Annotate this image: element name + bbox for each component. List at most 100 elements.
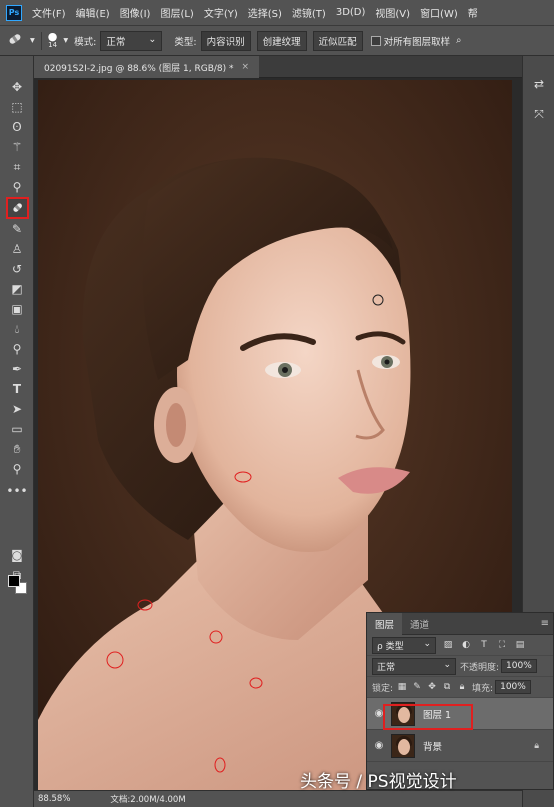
sample-all-layers-checkbox[interactable] (370, 35, 381, 46)
history-panel-icon[interactable]: ⇄ (531, 76, 547, 92)
menu-help[interactable]: 帮 (468, 5, 478, 20)
layers-panel: 图层 通道 ≡ ρ 类型 ⌄ ▨ ◐ T ⛶ ▤ 正常 ⌄ 不透明度: 100%… (366, 612, 554, 790)
type-label: 类型: (174, 36, 197, 48)
lock-image-icon[interactable]: ✎ (411, 681, 423, 693)
smart-object-filter-icon[interactable]: ▤ (514, 639, 526, 651)
menu-file[interactable]: 文件(F) (32, 5, 66, 20)
menu-select[interactable]: 选择(S) (248, 5, 282, 20)
document-tab-title: 02091S2I-2.jpg @ 88.6% (图层 1, RGB/8) * (44, 63, 234, 74)
chevron-down-icon: ⌄ (443, 659, 451, 670)
mode-select[interactable]: 正常 ⌄ (100, 30, 163, 51)
tab-layers[interactable]: 图层 (367, 612, 403, 635)
type-create-texture-button[interactable]: 创建纹理 (256, 30, 307, 51)
brush-preset-picker[interactable]: ● 14 (47, 29, 58, 50)
magic-wand-tool-icon[interactable]: ⚚ (7, 138, 27, 156)
paths-panel-icon[interactable]: ⤧ (531, 106, 547, 122)
watermark-text: 头条号 / PS视觉设计 (300, 772, 457, 792)
history-brush-tool-icon[interactable]: ↺ (7, 260, 27, 278)
lock-transparent-icon[interactable]: ▦ (396, 681, 408, 693)
chevron-down-icon[interactable]: ▾ (63, 35, 68, 46)
menu-layer[interactable]: 图层(L) (160, 5, 193, 20)
lock-row: 锁定: ▦ ✎ ✥ ⧉ 🔒︎ 填充: 100% (367, 677, 553, 698)
tab-channels[interactable]: 通道 (402, 613, 437, 635)
document-size: 文档:2.00M/4.00M (110, 795, 186, 805)
move-tool-icon[interactable]: ✥ (7, 78, 27, 96)
menu-image[interactable]: 图像(I) (120, 5, 151, 20)
chevron-down-icon[interactable]: ▾ (30, 35, 35, 46)
status-bar: 88.58% 文档:2.00M/4.00M (34, 790, 522, 807)
zoom-tool-icon[interactable]: ⚲ (7, 460, 27, 478)
blend-row: 正常 ⌄ 不透明度: 100% (367, 656, 553, 677)
menu-3d[interactable]: 3D(D) (336, 7, 366, 18)
eyedropper-tool-icon[interactable]: ⚲ (7, 178, 27, 196)
filter-kind-value: ρ 类型 (377, 641, 404, 652)
panel-menu-icon[interactable]: ≡ (541, 618, 549, 629)
type-filter-icon[interactable]: T (478, 639, 490, 651)
chevron-down-icon: ⌄ (148, 33, 157, 45)
document-tab-bar: 02091S2I-2.jpg @ 88.6% (图层 1, RGB/8) * × (34, 56, 522, 78)
filter-row: ρ 类型 ⌄ ▨ ◐ T ⛶ ▤ (367, 635, 553, 656)
more-tools-icon[interactable]: ••• (6, 482, 27, 500)
spot-healing-brush-icon[interactable] (6, 31, 24, 50)
opacity-input[interactable]: 100% (501, 659, 537, 673)
menu-window[interactable]: 窗口(W) (420, 5, 458, 20)
menu-filter[interactable]: 滤镜(T) (292, 5, 326, 20)
spot-healing-brush-tool-icon[interactable] (6, 197, 29, 219)
close-icon[interactable]: × (242, 62, 250, 72)
blur-tool-icon[interactable]: 💧︎ (7, 320, 27, 338)
dodge-tool-icon[interactable]: ⚲ (7, 340, 27, 358)
brush-tip-icon: ● (47, 29, 58, 43)
blend-mode-value: 正常 (377, 662, 396, 673)
rectangle-tool-icon[interactable]: ▭ (7, 420, 27, 438)
path-selection-tool-icon[interactable]: ➤ (7, 400, 27, 418)
lock-all-icon[interactable]: 🔒︎ (456, 681, 468, 693)
chevron-down-icon: ⌄ (423, 638, 431, 649)
brush-tool-icon[interactable]: ✎ (7, 220, 27, 238)
lasso-tool-icon[interactable]: ʘ (7, 118, 27, 136)
marquee-tool-icon[interactable]: ⬚ (7, 98, 27, 116)
sample-all-layers-label: 对所有图层取样 (383, 36, 451, 48)
layer-thumbnail (391, 733, 415, 758)
menu-bar: Ps 文件(F) 编辑(E) 图像(I) 图层(L) 文字(Y) 选择(S) 滤… (0, 0, 554, 26)
eraser-tool-icon[interactable]: ◩ (7, 280, 27, 298)
zoom-level[interactable]: 88.58% (38, 794, 70, 804)
quick-mask-icon[interactable]: ◙ (7, 546, 27, 564)
menu-type[interactable]: 文字(Y) (204, 5, 238, 20)
blend-mode-select[interactable]: 正常 ⌄ (372, 657, 456, 675)
menu-view[interactable]: 视图(V) (375, 5, 410, 20)
fill-label: 填充: (472, 683, 494, 694)
gradient-tool-icon[interactable]: ▣ (7, 300, 27, 318)
lock-icon: 🔒︎ (534, 740, 539, 751)
layer-name: 背景 (423, 741, 443, 753)
lock-label: 锁定: (372, 683, 394, 694)
mode-label: 模式: (74, 36, 97, 48)
crop-tool-icon[interactable]: ⌗ (7, 158, 27, 176)
document-tab[interactable]: 02091S2I-2.jpg @ 88.6% (图层 1, RGB/8) * × (34, 56, 260, 78)
photoshop-logo: Ps (6, 4, 22, 21)
tools-panel: ✥ ⬚ ʘ ⚚ ⌗ ⚲ ✎ ♙ ↺ ◩ ▣ 💧︎ ⚲ ✒ T ➤ ▭ ✋︎ ⚲ … (0, 56, 34, 807)
hand-tool-icon[interactable]: ✋︎ (7, 440, 27, 458)
search-icon[interactable]: ⌕ (456, 35, 461, 46)
divider (40, 31, 42, 50)
mode-select-value: 正常 (106, 36, 126, 48)
visibility-eye-icon[interactable]: ◉ (371, 740, 387, 751)
filter-kind-select[interactable]: ρ 类型 ⌄ (372, 636, 436, 654)
panel-tabs: 图层 通道 ≡ (367, 612, 553, 635)
layer-highlight-box (383, 704, 473, 730)
menu-edit[interactable]: 编辑(E) (76, 5, 110, 20)
pen-tool-icon[interactable]: ✒ (7, 360, 27, 378)
clone-stamp-tool-icon[interactable]: ♙ (7, 240, 27, 258)
lock-position-icon[interactable]: ✥ (426, 681, 438, 693)
options-bar: ▾ ● 14 ▾ 模式: 正常 ⌄ 类型: 内容识别 创建纹理 近似匹配 对所有… (0, 26, 554, 56)
type-content-aware-button[interactable]: 内容识别 (200, 30, 251, 51)
pixel-filter-icon[interactable]: ▨ (442, 639, 454, 651)
foreground-color-swatch[interactable] (8, 575, 20, 587)
type-tool-icon[interactable]: T (7, 380, 27, 398)
layer-row-background[interactable]: ◉ 背景 🔒︎ (367, 730, 553, 762)
lock-artboard-icon[interactable]: ⧉ (441, 681, 453, 693)
shape-filter-icon[interactable]: ⛶ (496, 639, 508, 651)
adjustment-filter-icon[interactable]: ◐ (460, 639, 472, 651)
type-proximity-match-button[interactable]: 近似匹配 (312, 30, 363, 51)
opacity-label: 不透明度: (460, 662, 500, 673)
fill-input[interactable]: 100% (495, 680, 531, 694)
